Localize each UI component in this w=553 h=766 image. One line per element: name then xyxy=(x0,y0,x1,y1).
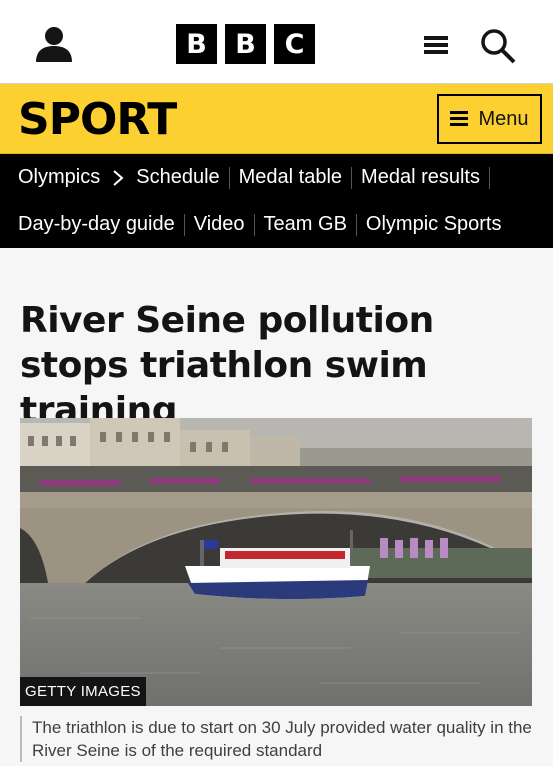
nav-divider xyxy=(228,166,230,189)
nav-row: Olympics Schedule Medal table Medal resu… xyxy=(18,154,535,201)
article-image: GETTY IMAGES xyxy=(20,418,532,706)
nav-row: Day-by-day guide Video Team GB Olympic S… xyxy=(18,201,535,248)
article-headline: River Seine pollution stops triathlon sw… xyxy=(20,300,434,431)
nav-item-olympic-sports[interactable]: Olympic Sports xyxy=(366,213,502,236)
person-icon xyxy=(36,27,72,62)
nav-item-team-gb[interactable]: Team GB xyxy=(264,213,347,236)
search-icon xyxy=(481,29,516,64)
section-menu-button[interactable]: Menu xyxy=(437,94,542,144)
nav-item-medal-table[interactable]: Medal table xyxy=(239,166,342,189)
hamburger-icon xyxy=(424,36,448,54)
logo-letter: C xyxy=(274,24,315,64)
section-menu-label: Menu xyxy=(478,107,529,130)
logo-letter: B xyxy=(176,24,217,64)
section-title[interactable]: SPORT xyxy=(18,94,177,145)
section-header: SPORT Menu xyxy=(0,84,553,154)
search-button[interactable] xyxy=(478,26,518,66)
nav-item-schedule[interactable]: Schedule xyxy=(136,166,219,189)
hamburger-icon xyxy=(450,111,469,127)
image-credit: GETTY IMAGES xyxy=(20,677,146,706)
nav-divider xyxy=(488,166,490,189)
nav-divider xyxy=(351,166,353,189)
nav-item-olympics[interactable]: Olympics xyxy=(18,166,100,189)
nav-divider xyxy=(183,213,185,236)
nav-item-day-by-day[interactable]: Day-by-day guide xyxy=(18,213,175,236)
logo-letter: B xyxy=(225,24,266,64)
river-bridge-photo xyxy=(20,418,532,706)
section-nav: Olympics Schedule Medal table Medal resu… xyxy=(0,154,553,248)
main-menu-button[interactable] xyxy=(421,30,451,60)
global-header: B B C xyxy=(0,0,553,84)
nav-item-video[interactable]: Video xyxy=(194,213,245,236)
nav-divider xyxy=(253,213,255,236)
image-caption: The triathlon is due to start on 30 July… xyxy=(20,716,540,762)
nav-item-medal-results[interactable]: Medal results xyxy=(361,166,480,189)
chevron-right-icon xyxy=(113,169,124,186)
nav-divider xyxy=(355,213,357,236)
account-button[interactable] xyxy=(34,24,74,64)
bbc-logo[interactable]: B B C xyxy=(176,24,315,64)
